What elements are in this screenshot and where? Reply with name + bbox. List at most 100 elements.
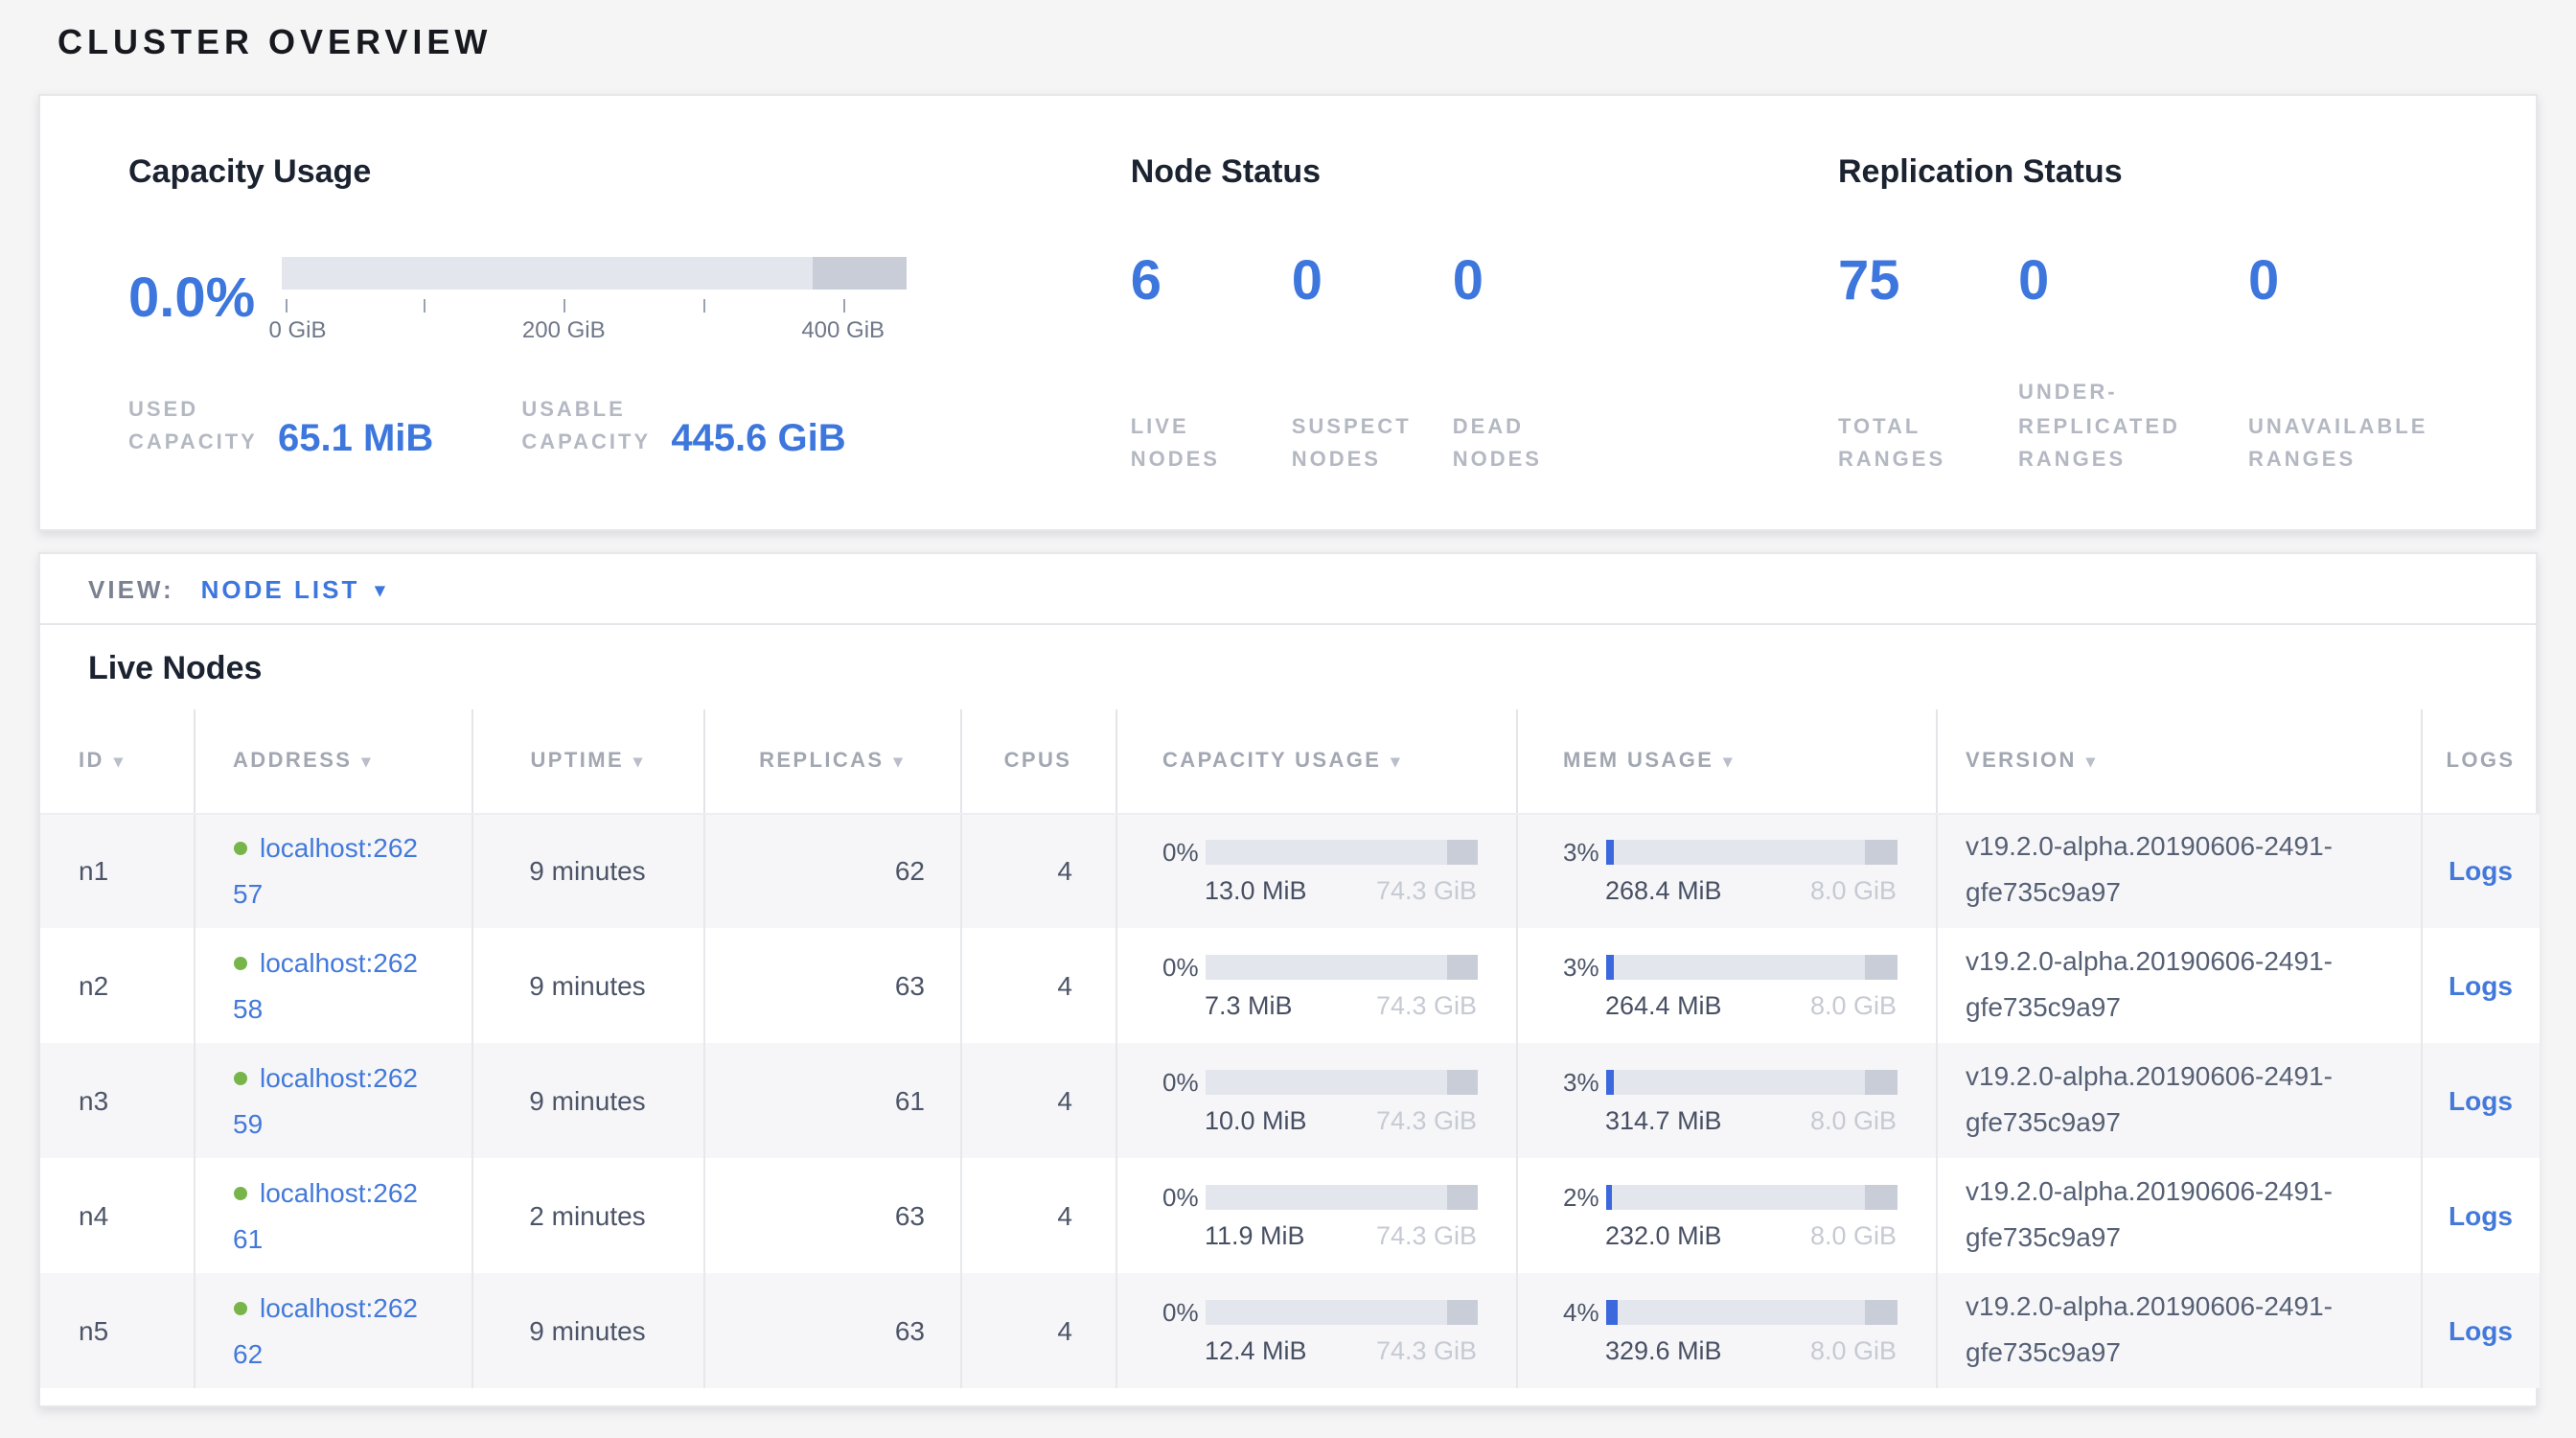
node-logs-cell: Logs: [2421, 1043, 2540, 1158]
node-list-card: VIEW: NODE LIST ▾ Live Nodes ID▾ ADDRESS…: [38, 552, 2538, 1407]
live-nodes-tbody: n1 localhost:26257 9 minutes 62 4 0% 13.…: [40, 813, 2540, 1388]
capacity-usage-panel: Capacity Usage 0.0%: [128, 153, 1131, 479]
node-mem-usage-cell: 4% 329.6 MiB 8.0 GiB: [1516, 1273, 1936, 1388]
sort-arrow-icon: ▾: [2086, 752, 2097, 771]
node-replicas-cell: 61: [703, 1043, 960, 1158]
live-status-dot: [233, 1071, 246, 1084]
total-ranges-label: TOTAL RANGES: [1838, 412, 2018, 479]
column-header-cpus[interactable]: CPUS: [960, 709, 1116, 813]
node-logs-cell: Logs: [2421, 1158, 2540, 1273]
node-address-cell: localhost:26259: [194, 1043, 472, 1158]
usable-capacity-value: 445.6 GiB: [671, 418, 845, 462]
column-header-replicas[interactable]: REPLICAS▾: [703, 709, 960, 813]
node-logs-cell: Logs: [2421, 813, 2540, 928]
capacity-total-value: 74.3 GiB: [1376, 876, 1477, 905]
capacity-mini-bar: [1205, 1069, 1477, 1094]
capacity-usage-title: Capacity Usage: [128, 153, 1131, 192]
capacity-bar-reserved-segment: [813, 256, 907, 289]
node-address-link[interactable]: localhost:26261: [233, 1169, 425, 1263]
column-header-id[interactable]: ID▾: [40, 709, 194, 813]
dead-nodes-label: DEAD NODES: [1453, 412, 1587, 479]
mem-percent: 4%: [1563, 1297, 1605, 1326]
mem-total-value: 8.0 GiB: [1810, 876, 1897, 905]
capacity-used-value: 7.3 MiB: [1205, 990, 1293, 1019]
partial-next-row: [40, 1388, 2536, 1405]
live-nodes-label: LIVE NODES: [1131, 412, 1265, 479]
mem-total-value: 8.0 GiB: [1810, 1335, 1897, 1364]
node-address-link[interactable]: localhost:26259: [233, 1054, 425, 1148]
dead-nodes-value: 0: [1453, 257, 1614, 307]
node-mem-usage-cell: 3% 314.7 MiB 8.0 GiB: [1516, 1043, 1936, 1158]
cluster-overview-page: CLUSTER OVERVIEW Capacity Usage 0.0%: [0, 0, 2576, 1407]
table-header-row: ID▾ ADDRESS▾ UPTIME▾ REPLICAS▾ CPUS CAPA…: [40, 709, 2540, 813]
sort-arrow-icon: ▾: [1391, 752, 1401, 771]
node-capacity-usage-cell: 0% 7.3 MiB 74.3 GiB: [1116, 928, 1516, 1043]
live-status-dot: [233, 956, 246, 969]
mem-used-value: 314.7 MiB: [1605, 1105, 1722, 1134]
axis-label-200: 200 GiB: [522, 315, 606, 342]
live-status-dot: [233, 842, 246, 855]
under-replicated-ranges-label: UNDER-REPLICATED RANGES: [2018, 378, 2210, 479]
column-header-mem-usage[interactable]: MEM USAGE▾: [1516, 709, 1936, 813]
view-dropdown[interactable]: NODE LIST ▾: [201, 574, 388, 603]
mem-mini-bar: [1605, 1184, 1897, 1209]
capacity-axis-ticks: [282, 296, 907, 312]
live-nodes-table: ID▾ ADDRESS▾ UPTIME▾ REPLICAS▾ CPUS CAPA…: [40, 709, 2540, 1388]
used-capacity-label: USED CAPACITY: [128, 395, 251, 460]
node-version-cell: v19.2.0-alpha.20190606-2491-gfe735c9a97: [1936, 813, 2421, 928]
node-address-link[interactable]: localhost:26257: [233, 824, 425, 918]
node-mem-usage-cell: 3% 268.4 MiB 8.0 GiB: [1516, 813, 1936, 928]
node-id-cell: n4: [40, 1158, 194, 1273]
node-mem-usage-cell: 3% 264.4 MiB 8.0 GiB: [1516, 928, 1936, 1043]
node-uptime-cell: 9 minutes: [472, 1043, 703, 1158]
column-header-address[interactable]: ADDRESS▾: [194, 709, 472, 813]
node-logs-cell: Logs: [2421, 928, 2540, 1043]
logs-link[interactable]: Logs: [2449, 1200, 2513, 1231]
logs-link[interactable]: Logs: [2449, 970, 2513, 1001]
unavailable-ranges-stat: 0 UNAVAILABLE RANGES: [2248, 257, 2536, 479]
node-mem-usage-cell: 2% 232.0 MiB 8.0 GiB: [1516, 1158, 1936, 1273]
capacity-used-percent: 0.0%: [128, 271, 255, 327]
node-id-cell: n3: [40, 1043, 194, 1158]
total-ranges-value: 75: [1838, 257, 2018, 307]
summary-card: Capacity Usage 0.0%: [38, 94, 2538, 531]
node-address-link[interactable]: localhost:26258: [233, 939, 425, 1032]
logs-link[interactable]: Logs: [2449, 856, 2513, 887]
capacity-percent: 0%: [1162, 1067, 1205, 1096]
view-label: VIEW:: [88, 574, 174, 603]
mem-used-value: 268.4 MiB: [1605, 876, 1722, 905]
node-replicas-cell: 62: [703, 813, 960, 928]
node-uptime-cell: 9 minutes: [472, 1273, 703, 1388]
node-cpus-cell: 4: [960, 1158, 1116, 1273]
mem-mini-bar: [1605, 954, 1897, 979]
replication-status-panel: Replication Status 75 TOTAL RANGES 0 UND…: [1838, 153, 2536, 479]
capacity-total-value: 74.3 GiB: [1376, 990, 1477, 1019]
capacity-mini-bar: [1205, 954, 1477, 979]
node-id-cell: n2: [40, 928, 194, 1043]
usable-capacity-label: USABLE CAPACITY: [521, 395, 644, 460]
column-header-capacity-usage[interactable]: CAPACITY USAGE▾: [1116, 709, 1516, 813]
column-header-uptime[interactable]: UPTIME▾: [472, 709, 703, 813]
node-uptime-cell: 9 minutes: [472, 813, 703, 928]
mem-used-value: 264.4 MiB: [1605, 990, 1722, 1019]
capacity-usage-bar: 0 GiB 200 GiB 400 GiB: [282, 256, 907, 342]
node-address-link[interactable]: localhost:26262: [233, 1284, 425, 1378]
column-header-logs: LOGS: [2421, 709, 2540, 813]
column-header-version[interactable]: VERSION▾: [1936, 709, 2421, 813]
sort-arrow-icon: ▾: [894, 752, 905, 771]
axis-label-0: 0 GiB: [268, 315, 326, 342]
node-replicas-cell: 63: [703, 1273, 960, 1388]
node-address-cell: localhost:26262: [194, 1273, 472, 1388]
logs-link[interactable]: Logs: [2449, 1085, 2513, 1116]
logs-link[interactable]: Logs: [2449, 1315, 2513, 1346]
suspect-nodes-value: 0: [1292, 257, 1453, 307]
node-uptime-cell: 9 minutes: [472, 928, 703, 1043]
sort-arrow-icon: ▾: [1723, 752, 1734, 771]
suspect-nodes-stat: 0 SUSPECT NODES: [1292, 257, 1453, 479]
node-address-cell: localhost:26257: [194, 813, 472, 928]
table-row: n1 localhost:26257 9 minutes 62 4 0% 13.…: [40, 813, 2540, 928]
capacity-mini-bar: [1205, 1299, 1477, 1324]
table-row: n5 localhost:26262 9 minutes 63 4 0% 12.…: [40, 1273, 2540, 1388]
under-replicated-ranges-stat: 0 UNDER-REPLICATED RANGES: [2018, 257, 2248, 479]
table-row: n2 localhost:26258 9 minutes 63 4 0% 7.3…: [40, 928, 2540, 1043]
